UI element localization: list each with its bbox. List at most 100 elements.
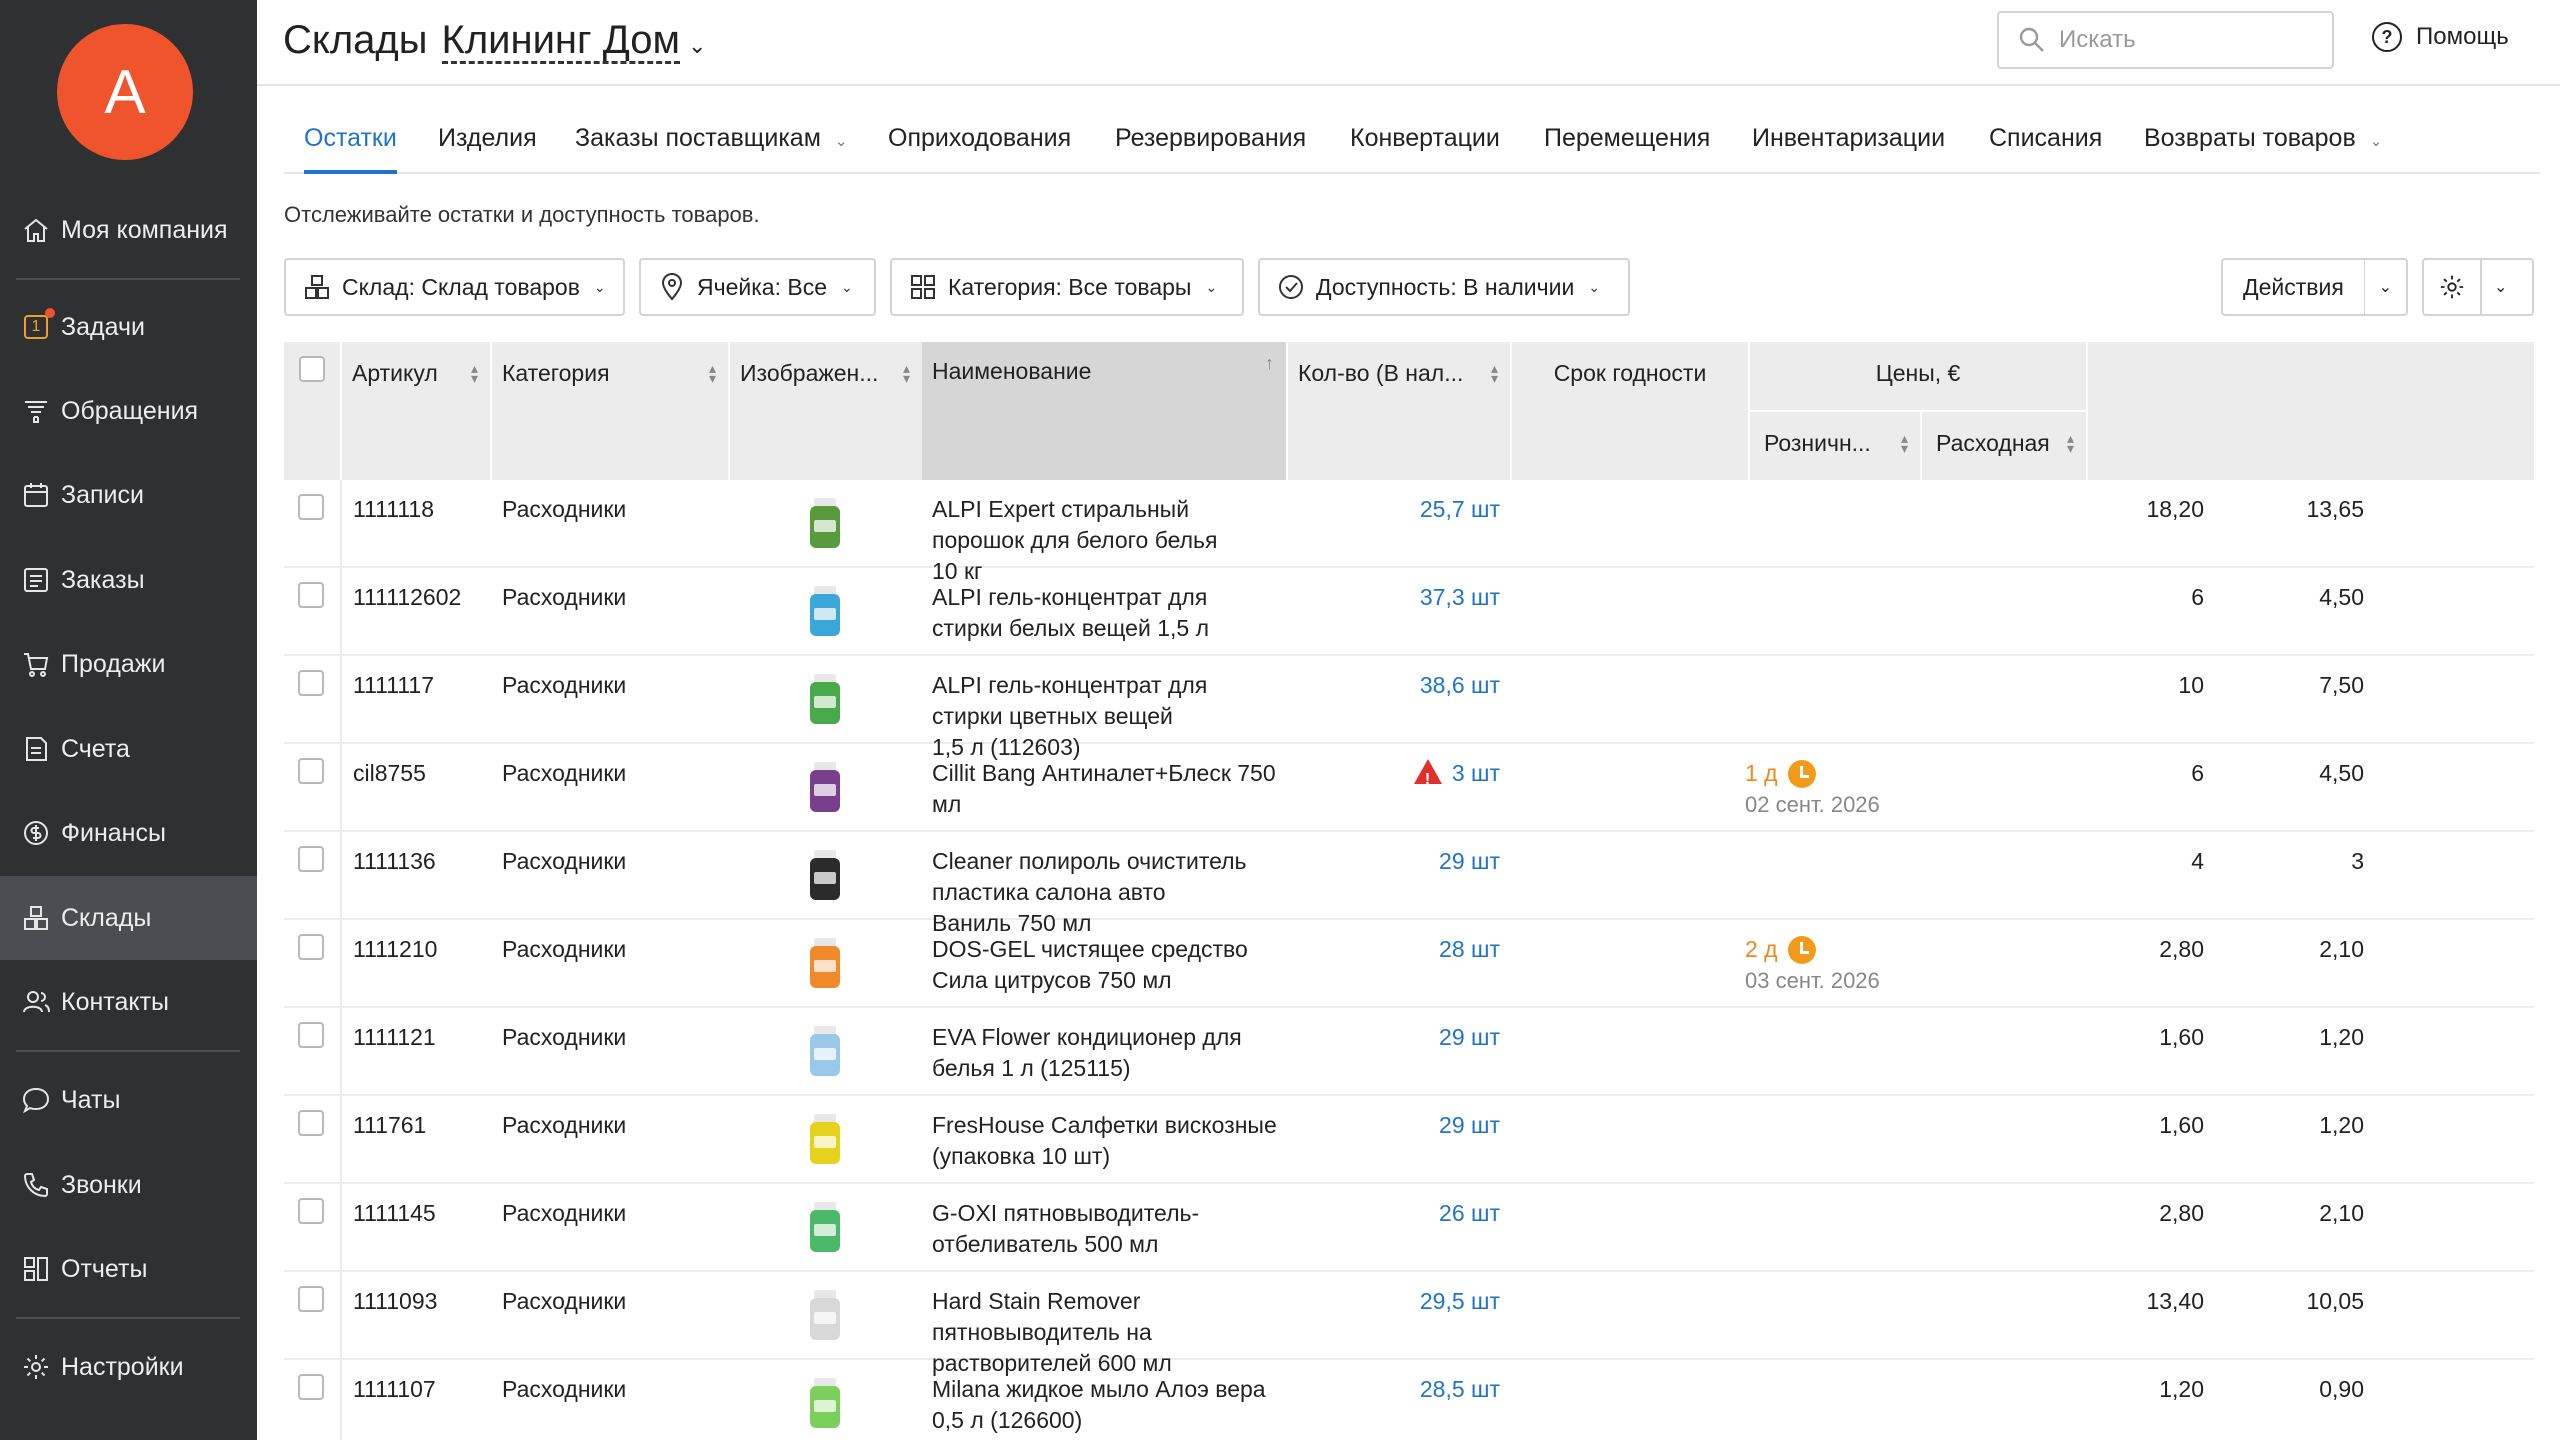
table-row[interactable]: 1111093 Расходники Hard Stain Remover пя… [284, 1272, 2534, 1376]
settings-button[interactable]: ⌄ [2422, 258, 2534, 316]
table-row[interactable]: 1111118 Расходники ALPI Expert стиральны… [284, 480, 2534, 584]
sidebar-item-sales[interactable]: Продажи [0, 622, 257, 706]
table-row[interactable]: 111761 Расходники FresHouse Салфетки вис… [284, 1096, 2534, 1184]
tab-stock[interactable]: Остатки [304, 124, 397, 174]
row-checkbox[interactable] [298, 758, 324, 784]
product-image[interactable] [802, 582, 848, 640]
product-image[interactable] [802, 1022, 848, 1080]
product-name-cell[interactable]: EVA Flower кондиционер для белья 1 л (12… [932, 1022, 1282, 1084]
tab-conversions[interactable]: Конвертации [1350, 124, 1500, 174]
avatar[interactable]: A [57, 24, 193, 160]
sidebar-item-calls[interactable]: Звонки [0, 1143, 257, 1227]
product-name-cell[interactable]: Milana жидкое мыло Алоэ вера 0,5 л (1266… [932, 1374, 1282, 1436]
tab-reservations[interactable]: Резервирования [1115, 124, 1306, 174]
qty-cell[interactable]: 25,7 шт [1288, 494, 1500, 525]
qty-cell[interactable]: 38,6 шт [1288, 670, 1500, 701]
sidebar-item-chats[interactable]: Чаты [0, 1058, 257, 1142]
product-image[interactable] [802, 1110, 848, 1168]
row-checkbox[interactable] [298, 1286, 324, 1312]
qty-cell[interactable]: 37,3 шт [1288, 582, 1500, 613]
category-cell: Расходники [502, 848, 627, 874]
table-row[interactable]: cil8755 Расходники Cillit Bang Антиналет… [284, 744, 2534, 832]
sidebar-item-orders[interactable]: Заказы [0, 538, 257, 622]
help-button[interactable]: ? Помощь [2372, 22, 2509, 52]
product-image[interactable] [802, 846, 848, 904]
search-box[interactable] [1997, 11, 2334, 69]
column-name[interactable]: Наименование ↑ [922, 342, 1286, 480]
qty-cell[interactable]: 29,5 шт [1288, 1286, 1500, 1317]
actions-button[interactable]: Действия ⌄ [2221, 258, 2408, 316]
tab-products[interactable]: Изделия [438, 124, 537, 174]
column-sku[interactable]: Артикул ▴ ▾ [342, 356, 490, 390]
product-image[interactable] [802, 934, 848, 992]
row-checkbox[interactable] [298, 670, 324, 696]
product-name-cell[interactable]: FresHouse Салфетки вискозные (упаковка 1… [932, 1110, 1282, 1172]
qty-cell[interactable]: 28 шт [1288, 934, 1500, 965]
tab-supplier-orders[interactable]: Заказы поставщикам ⌄ [575, 124, 847, 174]
sidebar-item-tasks[interactable]: 1 Задачи [0, 285, 257, 369]
row-checkbox[interactable] [298, 846, 324, 872]
warehouse-selector[interactable]: Клининг Дом [441, 19, 681, 64]
product-image[interactable] [802, 670, 848, 728]
sidebar-item-appointments[interactable]: Записи [0, 453, 257, 537]
row-checkbox[interactable] [298, 494, 324, 520]
column-cost[interactable]: Расходная ▴ ▾ [1922, 426, 2086, 460]
table-row[interactable]: 111112602 Расходники ALPI гель-концентра… [284, 568, 2534, 656]
qty-cell[interactable]: 29 шт [1288, 1022, 1500, 1053]
table-row[interactable]: 1111107 Расходники Milana жидкое мыло Ал… [284, 1360, 2534, 1440]
warehouse-filter[interactable]: Склад: Склад товаров ⌄ [284, 258, 625, 316]
row-checkbox[interactable] [298, 1198, 324, 1224]
column-image[interactable]: Изображен... ▴ ▾ [730, 356, 922, 390]
product-name-cell[interactable]: Cillit Bang Антиналет+Блеск 750 мл [932, 758, 1282, 820]
chevron-down-icon[interactable]: ⌄ [688, 33, 706, 59]
tab-writeoffs[interactable]: Списания [1989, 124, 2102, 174]
sidebar-item-contacts[interactable]: Контакты [0, 960, 257, 1044]
chevron-down-icon[interactable]: ⌄ [2365, 260, 2406, 314]
qty-cell[interactable]: 29 шт [1288, 846, 1500, 877]
product-image[interactable] [802, 494, 848, 552]
availability-filter[interactable]: Доступность: В наличии ⌄ [1258, 258, 1630, 316]
gear-icon[interactable] [2424, 260, 2480, 314]
column-expiry[interactable]: Срок годности [1512, 356, 1748, 390]
chevron-down-icon[interactable]: ⌄ [2482, 260, 2519, 314]
table-row[interactable]: 1111145 Расходники G-OXI пятновыводитель… [284, 1184, 2534, 1272]
row-checkbox[interactable] [298, 934, 324, 960]
sidebar-item-settings[interactable]: Настройки [0, 1325, 257, 1409]
product-image[interactable] [802, 1286, 848, 1344]
sidebar-item-invoices[interactable]: Счета [0, 707, 257, 791]
product-name-cell[interactable]: G-OXI пятновыводитель-отбеливатель 500 м… [932, 1198, 1282, 1260]
column-qty[interactable]: Кол-во (В нал... ▴ ▾ [1288, 356, 1510, 390]
sidebar-item-company[interactable]: Моя компания [0, 188, 257, 272]
table-row[interactable]: 1111121 Расходники EVA Flower кондиционе… [284, 1008, 2534, 1096]
tab-receipts[interactable]: Оприходования [888, 124, 1071, 174]
category-filter[interactable]: Категория: Все товары ⌄ [890, 258, 1244, 316]
column-retail[interactable]: Розничн... ▴ ▾ [1750, 426, 1920, 460]
row-checkbox[interactable] [298, 1022, 324, 1048]
product-image[interactable] [802, 1374, 848, 1432]
qty-cell[interactable]: 3 шт [1288, 758, 1500, 795]
sidebar-item-requests[interactable]: Обращения [0, 369, 257, 453]
search-input[interactable] [2059, 26, 2319, 54]
sidebar-item-warehouses[interactable]: Склады [0, 876, 257, 960]
sidebar-item-reports[interactable]: Отчеты [0, 1227, 257, 1311]
row-checkbox[interactable] [298, 1374, 324, 1400]
qty-cell[interactable]: 28,5 шт [1288, 1374, 1500, 1405]
cell-filter[interactable]: Ячейка: Все ⌄ [639, 258, 876, 316]
select-all-checkbox[interactable] [299, 356, 325, 382]
table-row[interactable]: 1111136 Расходники Cleaner полироль очис… [284, 832, 2534, 936]
tab-transfers[interactable]: Перемещения [1544, 124, 1710, 174]
qty-cell[interactable]: 26 шт [1288, 1198, 1500, 1229]
row-checkbox[interactable] [298, 1110, 324, 1136]
column-category[interactable]: Категория ▴ ▾ [492, 356, 728, 390]
tab-returns[interactable]: Возвраты товаров ⌄ [2144, 124, 2382, 174]
product-name-cell[interactable]: ALPI гель-концентрат для стирки белых ве… [932, 582, 1282, 644]
qty-cell[interactable]: 29 шт [1288, 1110, 1500, 1141]
table-row[interactable]: 1111210 Расходники DOS-GEL чистящее сред… [284, 920, 2534, 1008]
tab-inventory[interactable]: Инвентаризации [1752, 124, 1945, 174]
table-row[interactable]: 1111117 Расходники ALPI гель-концентрат … [284, 656, 2534, 760]
product-image[interactable] [802, 758, 848, 816]
product-image[interactable] [802, 1198, 848, 1256]
row-checkbox[interactable] [298, 582, 324, 608]
sidebar-item-finance[interactable]: Финансы [0, 791, 257, 875]
product-name-cell[interactable]: DOS-GEL чистящее средство Сила цитрусов … [932, 934, 1282, 996]
